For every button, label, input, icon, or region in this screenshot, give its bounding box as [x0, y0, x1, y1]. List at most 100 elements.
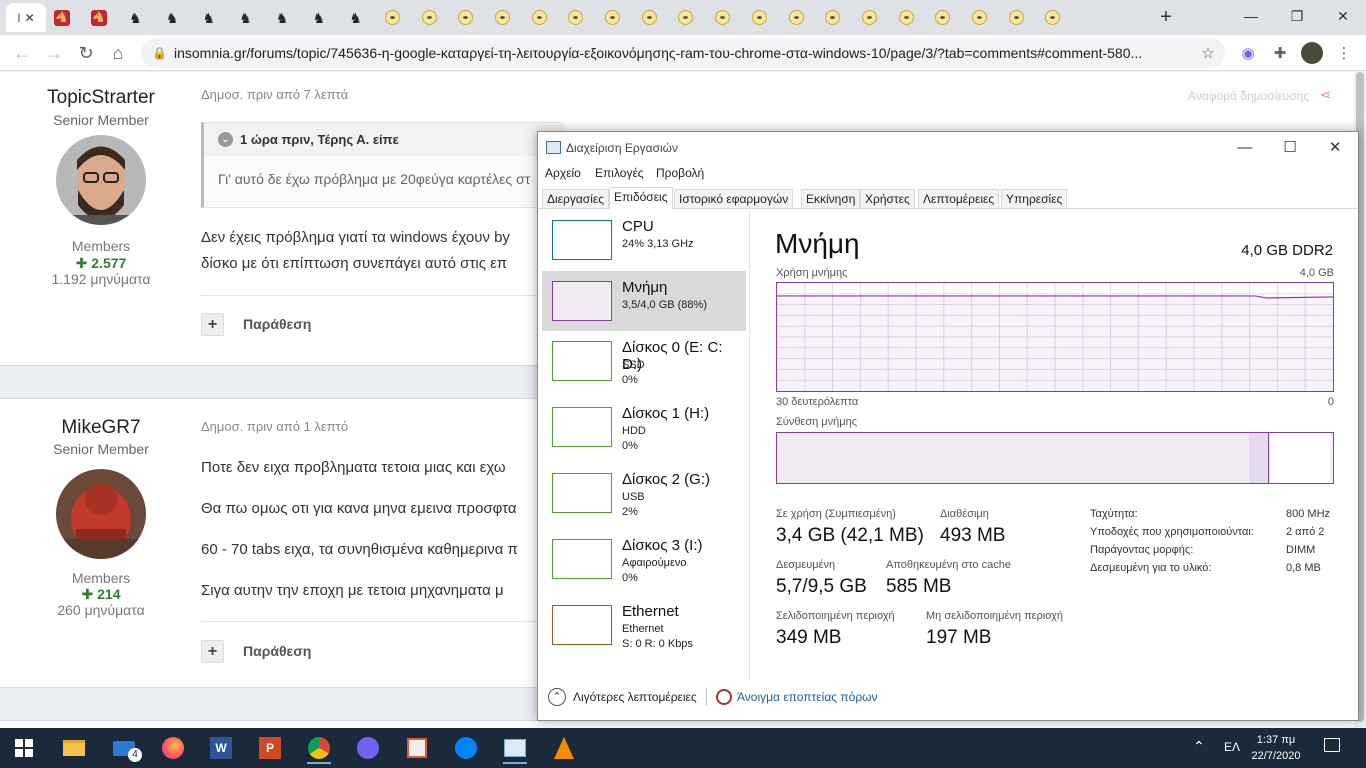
- tray-chevron-up-icon[interactable]: ⌃: [1193, 738, 1205, 755]
- browser-tab[interactable]: [705, 3, 741, 32]
- browser-tab[interactable]: [851, 3, 887, 32]
- browser-tab[interactable]: [374, 3, 410, 32]
- tm-close-icon[interactable]: ✕: [1320, 136, 1350, 160]
- black-horse-favicon-icon: ♞: [312, 9, 326, 26]
- browser-tab[interactable]: [1035, 3, 1071, 32]
- chrome-menu-icon[interactable]: ⋮: [1332, 41, 1356, 65]
- browser-tab[interactable]: [778, 3, 814, 32]
- browser-tab[interactable]: ♞: [264, 3, 300, 32]
- notification-center-icon[interactable]: [1324, 738, 1340, 752]
- menu-view[interactable]: Προβολή: [656, 166, 704, 180]
- multiquote-plus-button[interactable]: +: [201, 313, 224, 336]
- close-window-icon[interactable]: ✕: [1320, 0, 1366, 32]
- browser-tab[interactable]: [411, 3, 447, 32]
- browser-tab[interactable]: [521, 3, 557, 32]
- menu-file[interactable]: Αρχείο: [545, 166, 581, 180]
- tab-performance[interactable]: Επιδόσεις: [609, 187, 673, 210]
- user-avatar[interactable]: [56, 135, 146, 225]
- chevron-up-icon[interactable]: ⌃: [548, 688, 566, 706]
- browser-tab[interactable]: [815, 3, 851, 32]
- browser-tab[interactable]: 🐴: [44, 3, 80, 32]
- post-username[interactable]: MikeGR7: [0, 417, 202, 439]
- tm-minimize-icon[interactable]: —: [1230, 136, 1260, 160]
- tab-services[interactable]: Υπηρεσίες: [1001, 189, 1068, 209]
- task-manager-taskbar-icon[interactable]: [497, 732, 533, 764]
- resource-item[interactable]: Δίσκος 2 (G:) USB 2%: [542, 463, 746, 523]
- resource-item[interactable]: CPU 24% 3,13 GHz: [542, 210, 746, 270]
- viber-extension-icon[interactable]: ◉: [1236, 41, 1260, 65]
- browser-tab[interactable]: ♞: [301, 3, 337, 32]
- tm-maximize-icon[interactable]: ☐: [1275, 136, 1305, 160]
- home-icon[interactable]: ⌂: [104, 39, 132, 67]
- browser-tab[interactable]: ♞: [228, 3, 264, 32]
- tab-startup[interactable]: Εκκίνηση: [801, 189, 861, 209]
- user-avatar[interactable]: [56, 469, 146, 559]
- forward-icon[interactable]: →: [40, 39, 68, 67]
- back-icon[interactable]: ←: [8, 39, 36, 67]
- word-icon[interactable]: W: [203, 732, 239, 764]
- new-tab-button[interactable]: +: [1154, 4, 1178, 30]
- resource-item[interactable]: Δίσκος 1 (H:) HDD 0%: [542, 397, 746, 457]
- tab-users[interactable]: Χρήστες: [860, 189, 915, 209]
- report-post-link[interactable]: Αναφορά δημοσίευσης: [1188, 89, 1309, 103]
- address-bar[interactable]: 🔒 insomnia.gr/forums/topic/745636-η-goog…: [141, 38, 1225, 68]
- resource-item[interactable]: Ethernet Ethernet S: 0 R: 0 Kbps: [542, 595, 746, 655]
- resource-monitor-icon[interactable]: [716, 689, 732, 705]
- post-text-line: Σιγα αυτην την εποχη με τετοια μηχανηματ…: [201, 582, 504, 599]
- open-resource-monitor-link[interactable]: Άνοιγμα εποπτείας πόρων: [737, 690, 878, 704]
- resource-item[interactable]: Δίσκος 0 (E: C: D:) SSD 0%: [542, 331, 746, 391]
- browser-tab[interactable]: [962, 3, 998, 32]
- restore-icon[interactable]: ❐: [1274, 0, 1320, 32]
- profile-avatar[interactable]: [1300, 41, 1324, 65]
- quote-button[interactable]: Παράθεση: [243, 643, 311, 659]
- bookmark-star-icon[interactable]: ☆: [1196, 41, 1220, 65]
- browser-tab[interactable]: [448, 3, 484, 32]
- browser-tab[interactable]: [595, 3, 631, 32]
- browser-tab[interactable]: [668, 3, 704, 32]
- browser-tab[interactable]: 🐴: [81, 3, 117, 32]
- file-explorer-icon[interactable]: [56, 732, 92, 764]
- close-tab-icon[interactable]: ✕: [25, 11, 35, 25]
- chevron-down-icon[interactable]: ⌄: [218, 132, 233, 147]
- browser-tab[interactable]: ♞: [117, 3, 153, 32]
- menu-options[interactable]: Επιλογές: [595, 166, 644, 180]
- system-clock[interactable]: 1:37 πμ 22/7/2020: [1244, 732, 1308, 764]
- messenger-icon[interactable]: [448, 732, 484, 764]
- firefox-icon[interactable]: [155, 732, 191, 764]
- app-icon[interactable]: [399, 732, 435, 764]
- browser-tab[interactable]: ♞: [154, 3, 190, 32]
- reload-icon[interactable]: ↻: [72, 39, 100, 67]
- task-manager-title: Διαχείριση Εργασιών: [566, 141, 679, 155]
- share-icon[interactable]: ⋖: [1320, 87, 1331, 103]
- browser-tab[interactable]: [484, 3, 520, 32]
- resource-item[interactable]: Δίσκος 3 (I:) Αφαιρούμενο 0%: [542, 529, 746, 589]
- active-tab[interactable]: I ✕: [6, 3, 46, 32]
- quote-header[interactable]: ⌄ 1 ώρα πριν, Τέρης Α. είπε: [204, 123, 564, 156]
- viber-icon[interactable]: [350, 732, 386, 764]
- minimize-icon[interactable]: —: [1228, 0, 1274, 32]
- tab-details[interactable]: Λεπτομέρειες: [918, 189, 1000, 209]
- browser-tab[interactable]: ♞: [338, 3, 374, 32]
- browser-tab[interactable]: [888, 3, 924, 32]
- fewer-details-link[interactable]: Λιγότερες λεπτομέρειες: [573, 690, 697, 704]
- mail-icon[interactable]: 4: [106, 732, 142, 764]
- post-username[interactable]: TopicStrarter: [0, 87, 202, 109]
- chrome-icon[interactable]: [301, 732, 337, 764]
- extensions-puzzle-icon[interactable]: ✚: [1268, 41, 1292, 65]
- language-indicator[interactable]: ΕΛ: [1224, 740, 1240, 754]
- user-reputation: ✚ 214: [0, 586, 202, 603]
- browser-tab[interactable]: [741, 3, 777, 32]
- browser-tab[interactable]: [925, 3, 961, 32]
- vlc-icon[interactable]: [546, 732, 582, 764]
- browser-tab[interactable]: [631, 3, 667, 32]
- quote-button[interactable]: Παράθεση: [243, 316, 311, 332]
- tab-processes[interactable]: Διεργασίες: [542, 189, 609, 209]
- resource-item[interactable]: Μνήμη 3,5/4,0 GB (88%): [542, 271, 746, 331]
- powerpoint-icon[interactable]: P: [252, 732, 288, 764]
- windows-start-icon[interactable]: [6, 732, 42, 764]
- tab-app-history[interactable]: Ιστορικό εφαρμογών: [674, 189, 794, 209]
- browser-tab[interactable]: ♞: [191, 3, 227, 32]
- browser-tab[interactable]: [998, 3, 1034, 32]
- browser-tab[interactable]: [558, 3, 594, 32]
- multiquote-plus-button[interactable]: +: [201, 640, 224, 663]
